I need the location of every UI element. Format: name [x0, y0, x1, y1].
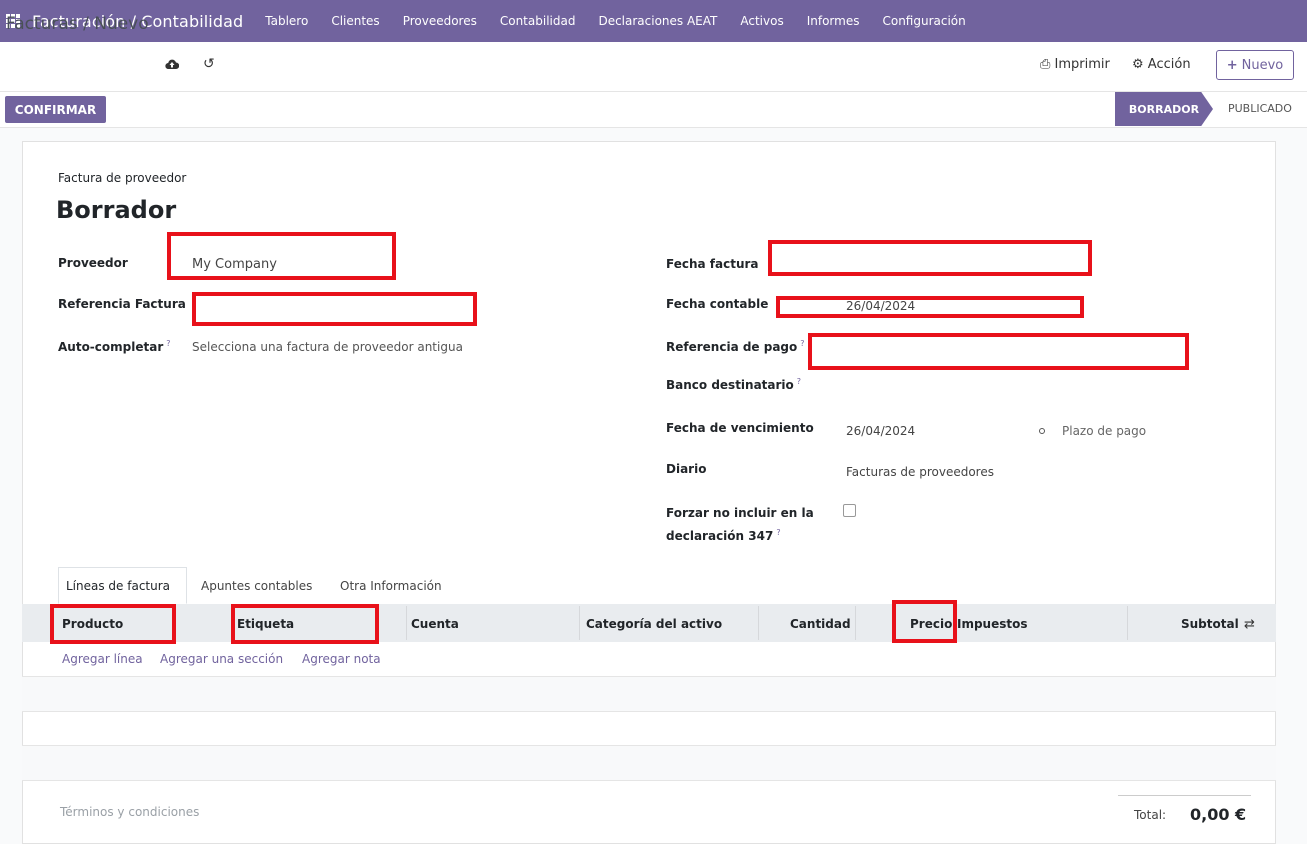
- journal-field[interactable]: Facturas de proveedores: [846, 465, 994, 479]
- control-panel: [0, 42, 1307, 92]
- status-bar: [0, 92, 1307, 128]
- help-icon[interactable]: ?: [776, 528, 780, 537]
- col-divider: [406, 606, 407, 640]
- payment-terms-field[interactable]: Plazo de pago: [1062, 424, 1146, 438]
- add-line-link[interactable]: Agregar línea: [62, 652, 143, 666]
- col-cuenta[interactable]: Cuenta: [411, 617, 459, 631]
- menu-informes[interactable]: Informes: [807, 14, 860, 28]
- print-button[interactable]: ⎙ Imprimir: [1040, 57, 1110, 72]
- document-name: Borrador: [56, 196, 177, 224]
- top-navbar: Facturación / Contabilidad Tablero Clien…: [0, 0, 1307, 42]
- col-divider: [579, 606, 580, 640]
- highlight-invoice-ref: [192, 292, 477, 326]
- col-subtotal[interactable]: Subtotal: [1181, 617, 1239, 631]
- invoice-date-label: Fecha factura: [666, 257, 759, 271]
- stage-publicado[interactable]: PUBLICADO: [1228, 102, 1292, 115]
- breadcrumb[interactable]: Facturas / Nuevo: [6, 14, 149, 34]
- col-cantidad[interactable]: Cantidad: [790, 617, 851, 631]
- menu-activos[interactable]: Activos: [740, 14, 783, 28]
- accounting-date-label: Fecha contable: [666, 297, 769, 311]
- payment-ref-label: Referencia de pago?: [666, 339, 805, 354]
- highlight-supplier: [167, 232, 396, 280]
- optional-columns-icon[interactable]: ⇄: [1244, 617, 1255, 632]
- col-divider: [1127, 606, 1128, 640]
- add-section-link[interactable]: Agregar una sección: [160, 652, 283, 666]
- highlight-producto: [50, 604, 176, 644]
- force-347-checkbox[interactable]: [843, 504, 856, 517]
- col-categoria-activo[interactable]: Categoría del activo: [586, 617, 722, 631]
- tab-lineas-factura[interactable]: Líneas de factura: [58, 567, 187, 604]
- col-divider: [758, 606, 759, 640]
- due-date-label: Fecha de vencimiento: [666, 421, 814, 435]
- menu-clientes[interactable]: Clientes: [331, 14, 379, 28]
- highlight-accounting-date: [776, 296, 1084, 318]
- printer-icon: ⎙: [1040, 57, 1051, 72]
- highlight-precio: [892, 600, 957, 643]
- action-label: Acción: [1147, 57, 1191, 72]
- document-type: Factura de proveedor: [58, 171, 187, 185]
- supplier-label: Proveedor: [58, 256, 128, 270]
- plus-icon: +: [1226, 57, 1238, 73]
- total-divider: [1118, 795, 1251, 796]
- table-row: [22, 676, 1276, 711]
- menu-contabilidad[interactable]: Contabilidad: [500, 14, 576, 28]
- col-divider: [855, 606, 856, 640]
- tab-otra-informacion[interactable]: Otra Información: [333, 567, 449, 604]
- discard-icon[interactable]: ↺: [203, 56, 215, 72]
- print-label: Imprimir: [1054, 57, 1110, 72]
- action-button[interactable]: ⚙ Acción: [1132, 57, 1191, 72]
- total-amount: 0,00 €: [1190, 805, 1247, 824]
- table-row: [22, 711, 1276, 746]
- menu-configuracion[interactable]: Configuración: [882, 14, 965, 28]
- table-row: [22, 745, 1276, 780]
- tab-apuntes-contables[interactable]: Apuntes contables: [194, 567, 319, 604]
- autocomplete-field[interactable]: Selecciona una factura de proveedor anti…: [192, 340, 463, 354]
- menu-proveedores[interactable]: Proveedores: [403, 14, 477, 28]
- force-347-label: Forzar no incluir en la declaración 347?: [666, 506, 814, 543]
- payment-terms-radio[interactable]: [1039, 428, 1045, 434]
- gear-icon: ⚙: [1132, 57, 1144, 72]
- confirm-button[interactable]: CONFIRMAR: [5, 96, 106, 123]
- invoice-ref-label: Referencia Factura: [58, 297, 186, 311]
- help-icon[interactable]: ?: [800, 339, 804, 348]
- highlight-etiqueta: [231, 604, 379, 644]
- new-button[interactable]: + Nuevo: [1216, 50, 1294, 80]
- menu-tablero[interactable]: Tablero: [265, 14, 308, 28]
- terms-field[interactable]: Términos y condiciones: [60, 805, 199, 819]
- total-label: Total:: [1134, 808, 1167, 822]
- cloud-save-icon[interactable]: [165, 58, 179, 70]
- new-label: Nuevo: [1241, 57, 1284, 73]
- menu-declaraciones-aeat[interactable]: Declaraciones AEAT: [598, 14, 717, 28]
- due-date-field[interactable]: 26/04/2024: [846, 424, 915, 438]
- table-bottom-border: [22, 780, 1276, 781]
- stage-borrador[interactable]: BORRADOR: [1115, 92, 1213, 126]
- journal-label: Diario: [666, 462, 707, 476]
- highlight-payment-ref: [808, 333, 1189, 370]
- bank-label: Banco destinatario?: [666, 377, 802, 392]
- add-note-link[interactable]: Agregar nota: [302, 652, 381, 666]
- autocomplete-label: Auto-completar?: [58, 339, 171, 354]
- help-icon[interactable]: ?: [797, 377, 801, 386]
- highlight-invoice-date: [768, 240, 1092, 276]
- col-impuestos[interactable]: Impuestos: [957, 617, 1028, 631]
- help-icon[interactable]: ?: [166, 339, 170, 348]
